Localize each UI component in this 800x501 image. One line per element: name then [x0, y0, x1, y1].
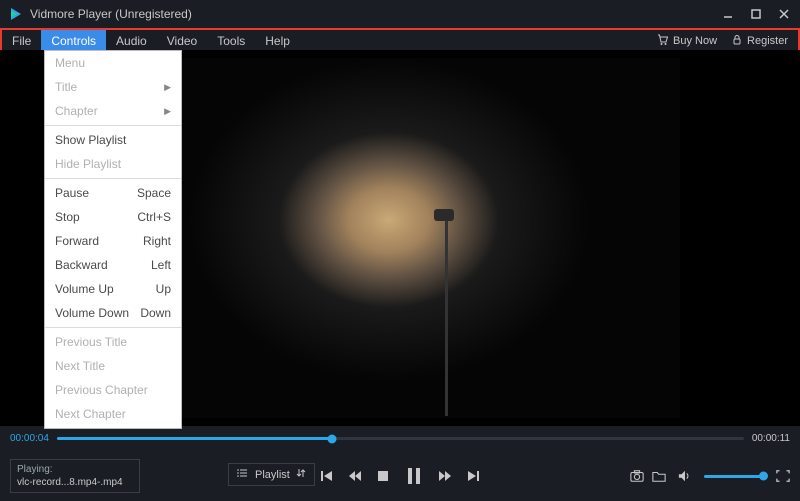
stop-button[interactable] — [376, 469, 390, 483]
total-time: 00:00:11 — [752, 433, 790, 444]
buy-now-button[interactable]: Buy Now — [657, 34, 717, 49]
volume-button[interactable] — [678, 469, 692, 483]
volume-slider[interactable] — [704, 475, 764, 478]
progress-track[interactable] — [57, 437, 744, 440]
app-title: Vidmore Player (Unregistered) — [30, 7, 192, 21]
dd-previous-title[interactable]: Previous Title — [45, 330, 181, 354]
menubar: File Controls Audio Video Tools Help Buy… — [2, 30, 798, 52]
dd-separator — [45, 178, 181, 179]
playlist-button[interactable]: Playlist — [228, 463, 315, 486]
minimize-button[interactable] — [720, 6, 736, 22]
playback-controls — [320, 466, 480, 486]
sort-icon — [296, 468, 306, 481]
progress-thumb[interactable] — [327, 434, 336, 443]
now-playing-file: vlc-record...8.mp4-.mp4 — [17, 476, 133, 489]
close-button[interactable] — [776, 6, 792, 22]
dd-stop[interactable]: StopCtrl+S — [45, 205, 181, 229]
now-playing-box: Playing: vlc-record...8.mp4-.mp4 — [10, 459, 140, 493]
app-logo-icon — [8, 6, 24, 22]
menu-controls[interactable]: Controls — [41, 30, 106, 52]
elapsed-time: 00:00:04 — [10, 433, 49, 444]
menu-file[interactable]: File — [2, 30, 41, 52]
previous-button[interactable] — [320, 469, 334, 483]
controls-bar: Playing: vlc-record...8.mp4-.mp4 Playlis… — [0, 451, 800, 501]
maximize-button[interactable] — [748, 6, 764, 22]
menu-video[interactable]: Video — [157, 30, 207, 52]
dd-volume-down[interactable]: Volume DownDown — [45, 301, 181, 325]
playlist-label: Playlist — [255, 469, 290, 481]
video-frame — [120, 58, 680, 418]
volume-thumb[interactable] — [759, 472, 768, 481]
dd-separator — [45, 125, 181, 126]
cart-icon — [657, 34, 669, 49]
chevron-right-icon: ▶ — [164, 106, 171, 117]
dd-menu[interactable]: Menu — [45, 51, 181, 75]
titlebar: Vidmore Player (Unregistered) — [0, 0, 800, 28]
progress-bar-area: 00:00:04 00:00:11 — [0, 426, 800, 451]
dd-hide-playlist[interactable]: Hide Playlist — [45, 152, 181, 176]
fast-forward-button[interactable] — [438, 469, 452, 483]
dd-chapter[interactable]: Chapter▶ — [45, 99, 181, 123]
microphone-icon — [434, 209, 454, 221]
menu-audio[interactable]: Audio — [106, 30, 157, 52]
chevron-right-icon: ▶ — [164, 82, 171, 93]
register-button[interactable]: Register — [731, 34, 788, 49]
list-icon — [237, 468, 249, 481]
register-label: Register — [747, 35, 788, 47]
dd-separator — [45, 327, 181, 328]
controls-dropdown: Menu Title▶ Chapter▶ Show Playlist Hide … — [44, 50, 182, 429]
rewind-button[interactable] — [348, 469, 362, 483]
lock-icon — [731, 34, 743, 49]
dd-show-playlist[interactable]: Show Playlist — [45, 128, 181, 152]
dd-next-title[interactable]: Next Title — [45, 354, 181, 378]
buy-now-label: Buy Now — [673, 35, 717, 47]
menu-tools[interactable]: Tools — [207, 30, 255, 52]
dd-forward[interactable]: ForwardRight — [45, 229, 181, 253]
pause-button[interactable] — [404, 466, 424, 486]
dd-next-chapter[interactable]: Next Chapter — [45, 402, 181, 426]
progress-fill — [57, 437, 332, 440]
menu-help[interactable]: Help — [255, 30, 300, 52]
fullscreen-button[interactable] — [776, 469, 790, 483]
dd-title[interactable]: Title▶ — [45, 75, 181, 99]
now-playing-label: Playing: — [17, 463, 133, 476]
dd-previous-chapter[interactable]: Previous Chapter — [45, 378, 181, 402]
dd-backward[interactable]: BackwardLeft — [45, 253, 181, 277]
dd-pause[interactable]: PauseSpace — [45, 181, 181, 205]
microphone-stand — [445, 216, 448, 416]
open-folder-button[interactable] — [652, 469, 666, 483]
right-controls — [630, 469, 790, 483]
dd-volume-up[interactable]: Volume UpUp — [45, 277, 181, 301]
snapshot-button[interactable] — [630, 469, 644, 483]
next-button[interactable] — [466, 469, 480, 483]
window-controls — [720, 6, 792, 22]
